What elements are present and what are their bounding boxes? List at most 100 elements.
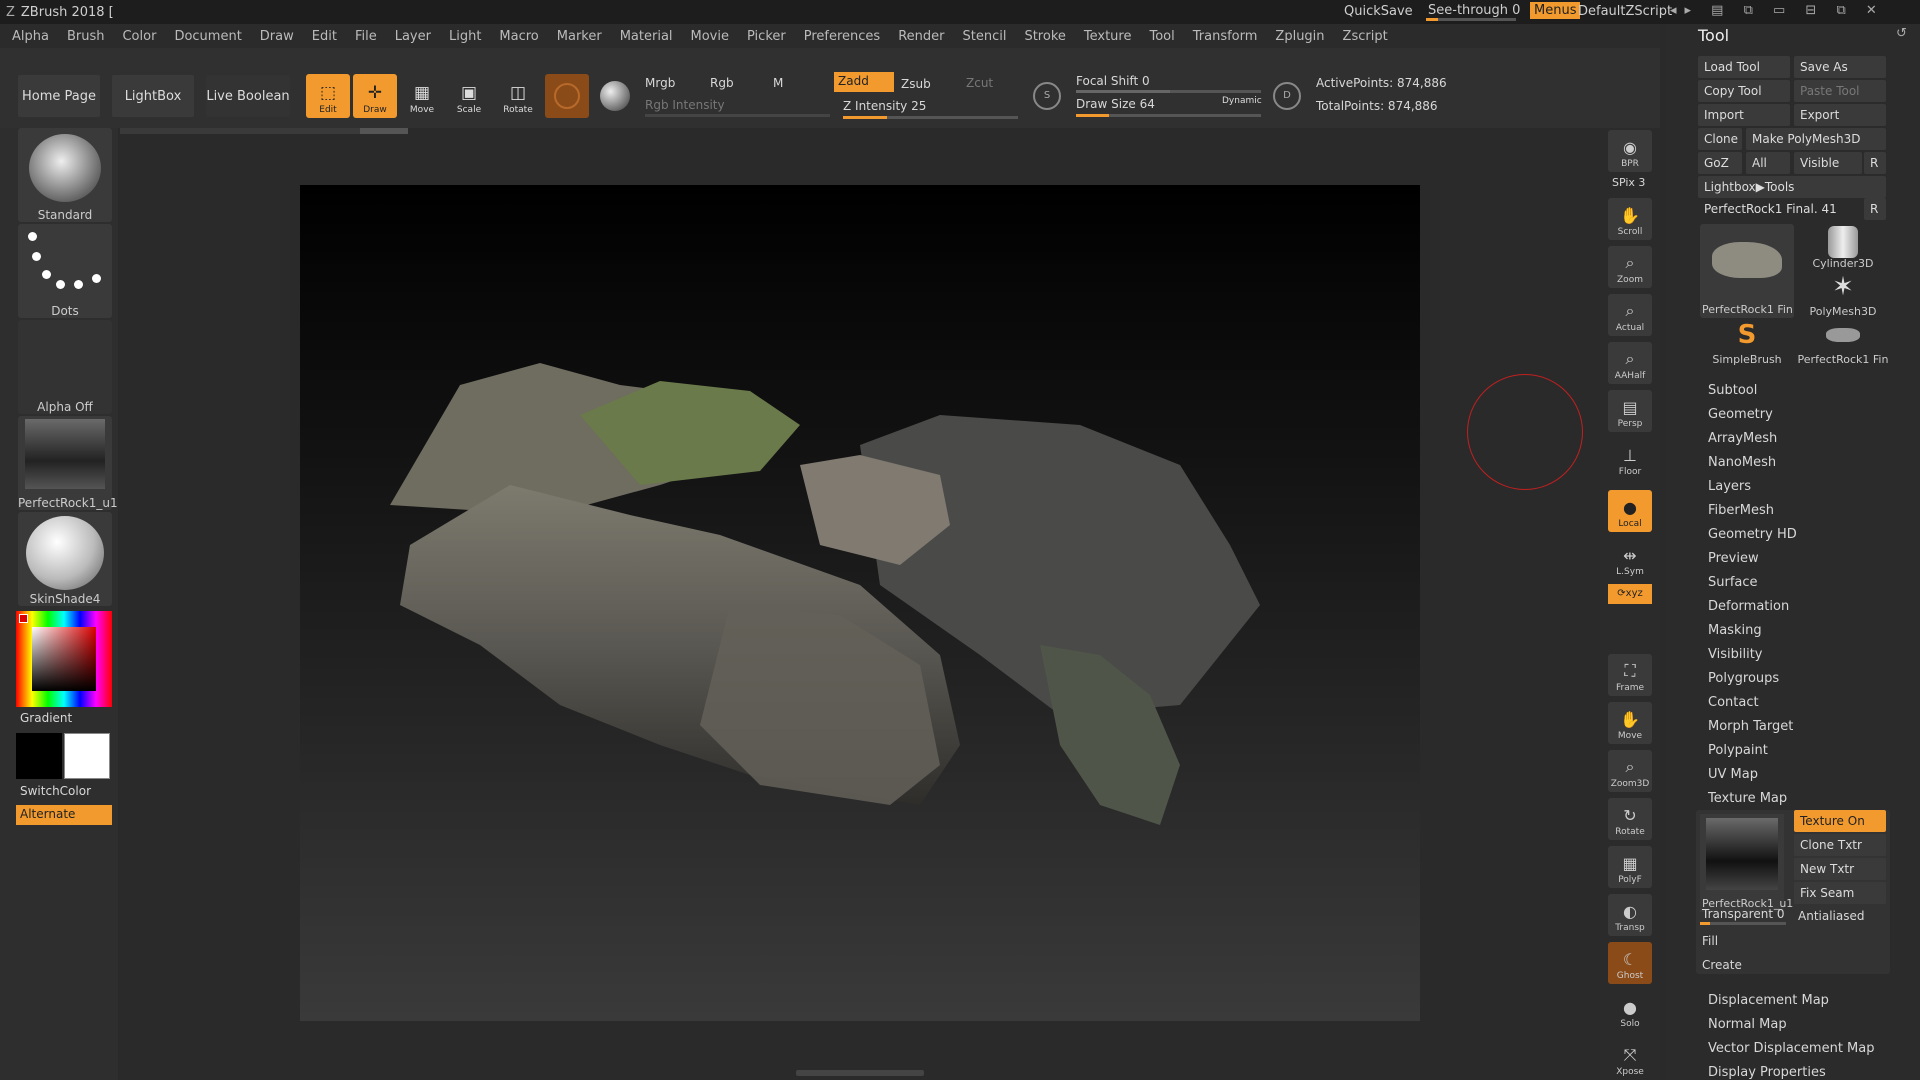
create-button[interactable]: Create (1702, 958, 1742, 972)
zadd-toggle[interactable]: Zadd (834, 72, 894, 92)
switch-color-button[interactable]: SwitchColor (20, 784, 91, 798)
goz-r-button[interactable]: R (1864, 152, 1886, 174)
palette-reset-icon[interactable]: ↺ (1896, 26, 1907, 41)
persp-button[interactable]: ▤ Persp (1608, 390, 1652, 432)
home-page-button[interactable]: Home Page (18, 75, 100, 117)
section-contact[interactable]: Contact (1708, 695, 1759, 710)
transp-button[interactable]: ◐ Transp (1608, 894, 1652, 936)
menu-document[interactable]: Document (174, 29, 241, 44)
menu-layer[interactable]: Layer (395, 29, 431, 44)
menu-render[interactable]: Render (898, 29, 944, 44)
section-preview[interactable]: Preview (1708, 551, 1759, 566)
antialiased-toggle[interactable]: Antialiased (1798, 909, 1864, 923)
brush-thumbnail[interactable]: Standard (18, 128, 112, 222)
mrgb-toggle[interactable]: Mrgb (645, 76, 675, 90)
lazy-mouse-icon[interactable]: S (1033, 82, 1061, 110)
transparent-slider[interactable]: Transparent 0 (1702, 907, 1785, 921)
menu-zscript[interactable]: Zscript (1343, 29, 1388, 44)
secondary-color-swatch[interactable] (64, 733, 110, 779)
load-tool-button[interactable]: Load Tool (1698, 56, 1790, 78)
scroll-button[interactable]: ✋ Scroll (1608, 198, 1652, 240)
document-canvas[interactable] (300, 185, 1420, 1021)
import-button[interactable]: Import (1698, 104, 1790, 126)
quicksave-button[interactable]: QuickSave (1344, 4, 1413, 19)
export-button[interactable]: Export (1794, 104, 1886, 126)
floor-button[interactable]: ⊥ Floor (1608, 438, 1652, 480)
color-square[interactable] (32, 627, 96, 691)
material-swatch-button[interactable] (545, 74, 589, 118)
z-intensity-slider[interactable]: Z Intensity 25 (843, 99, 926, 113)
menu-color[interactable]: Color (122, 29, 156, 44)
focal-shift-slider[interactable]: Focal Shift 0 (1076, 74, 1150, 88)
menu-material[interactable]: Material (620, 29, 673, 44)
aahalf-button[interactable]: ⌕ AAHalf (1608, 342, 1652, 384)
clone-button[interactable]: Clone (1698, 128, 1742, 150)
m-toggle[interactable]: M (773, 76, 783, 90)
section-geometry[interactable]: Geometry (1708, 407, 1773, 422)
texture-map-thumbnail[interactable]: PerfectRock1_u1 (1700, 814, 1793, 912)
rgb-intensity-slider[interactable]: Rgb Intensity (645, 98, 725, 112)
matcap-sphere-icon[interactable] (600, 81, 630, 111)
lsym-button[interactable]: ⇹ L.Sym (1608, 538, 1652, 580)
zsub-toggle[interactable]: Zsub (901, 77, 931, 91)
move-mode-button[interactable]: ▦ Move (400, 74, 444, 118)
section-displacement-map[interactable]: Displacement Map (1708, 993, 1829, 1008)
menu-texture[interactable]: Texture (1084, 29, 1132, 44)
section-surface[interactable]: Surface (1708, 575, 1758, 590)
texture-thumbnail[interactable]: PerfectRock1_u1 (18, 416, 118, 510)
frame-button[interactable]: ⛶ Frame (1608, 654, 1652, 696)
lightbox-tools-button[interactable]: Lightbox▶Tools (1698, 176, 1886, 198)
section-normal-map[interactable]: Normal Map (1708, 1017, 1787, 1032)
scale-mode-button[interactable]: ▣ Scale (447, 74, 491, 118)
rock-model[interactable] (300, 185, 1420, 1021)
zcut-toggle[interactable]: Zcut (966, 76, 993, 90)
menu-brush[interactable]: Brush (67, 29, 105, 44)
window-controls-icon[interactable]: ◂▸ ▤ ⧉ ▭ ⊟ ⧉ ✕ (1670, 3, 1885, 18)
tool-thumbnail-perfectrock-2[interactable]: PerfectRock1 Fin (1796, 320, 1890, 366)
bpr-button[interactable]: ◉ BPR (1608, 130, 1652, 172)
section-visibility[interactable]: Visibility (1708, 647, 1762, 662)
live-boolean-button[interactable]: Live Boolean (206, 75, 290, 117)
menu-picker[interactable]: Picker (747, 29, 786, 44)
menu-stencil[interactable]: Stencil (962, 29, 1006, 44)
menu-transform[interactable]: Transform (1193, 29, 1258, 44)
default-zscript[interactable]: DefaultZScript (1578, 4, 1672, 19)
rgb-toggle[interactable]: Rgb (710, 76, 734, 90)
bottom-scroll-handle[interactable] (796, 1070, 924, 1076)
section-nanomesh[interactable]: NanoMesh (1708, 455, 1776, 470)
zoom-button[interactable]: ⌕ Zoom (1608, 246, 1652, 288)
current-tool-r-button[interactable]: R (1864, 198, 1886, 220)
lightbox-button[interactable]: LightBox (112, 75, 194, 117)
tool-thumbnail-simplebrush[interactable]: S SimpleBrush (1700, 320, 1794, 366)
edit-mode-button[interactable]: ⬚ Edit (306, 74, 350, 118)
new-txtr-button[interactable]: New Txtr (1794, 858, 1886, 880)
section-vector-displacement-map[interactable]: Vector Displacement Map (1708, 1041, 1875, 1056)
section-polygroups[interactable]: Polygroups (1708, 671, 1779, 686)
section-arraymesh[interactable]: ArrayMesh (1708, 431, 1777, 446)
menu-preferences[interactable]: Preferences (804, 29, 880, 44)
menu-macro[interactable]: Macro (499, 29, 538, 44)
tool-thumbnail-perfectrock[interactable]: PerfectRock1 Fin (1700, 224, 1794, 318)
menu-light[interactable]: Light (449, 29, 481, 44)
xpose-button[interactable]: ⤧ Xpose (1608, 1038, 1652, 1080)
material-thumbnail[interactable]: SkinShade4 (18, 512, 112, 606)
menu-draw[interactable]: Draw (260, 29, 294, 44)
alternate-toggle[interactable]: Alternate (16, 805, 112, 825)
draw-size-slider[interactable]: Draw Size 64 (1076, 97, 1155, 111)
ghost-button[interactable]: ☾ Ghost (1608, 942, 1652, 984)
clone-txtr-button[interactable]: Clone Txtr (1794, 834, 1886, 856)
menu-stroke[interactable]: Stroke (1024, 29, 1065, 44)
local-button[interactable]: ● Local (1608, 490, 1652, 532)
zoom3d-button[interactable]: ⌕ Zoom3D (1608, 750, 1652, 792)
make-polymesh-button[interactable]: Make PolyMesh3D (1746, 128, 1886, 150)
dynamic-size-icon[interactable]: D (1273, 82, 1301, 110)
section-uv-map[interactable]: UV Map (1708, 767, 1758, 782)
menu-movie[interactable]: Movie (691, 29, 729, 44)
fix-seam-button[interactable]: Fix Seam (1794, 882, 1886, 904)
section-layers[interactable]: Layers (1708, 479, 1751, 494)
menu-edit[interactable]: Edit (312, 29, 337, 44)
solo-button[interactable]: ● Solo (1608, 990, 1652, 1032)
goz-all-button[interactable]: All (1746, 152, 1790, 174)
gradient-label[interactable]: Gradient (20, 711, 72, 725)
rotate-view-button[interactable]: ↻ Rotate (1608, 798, 1652, 840)
